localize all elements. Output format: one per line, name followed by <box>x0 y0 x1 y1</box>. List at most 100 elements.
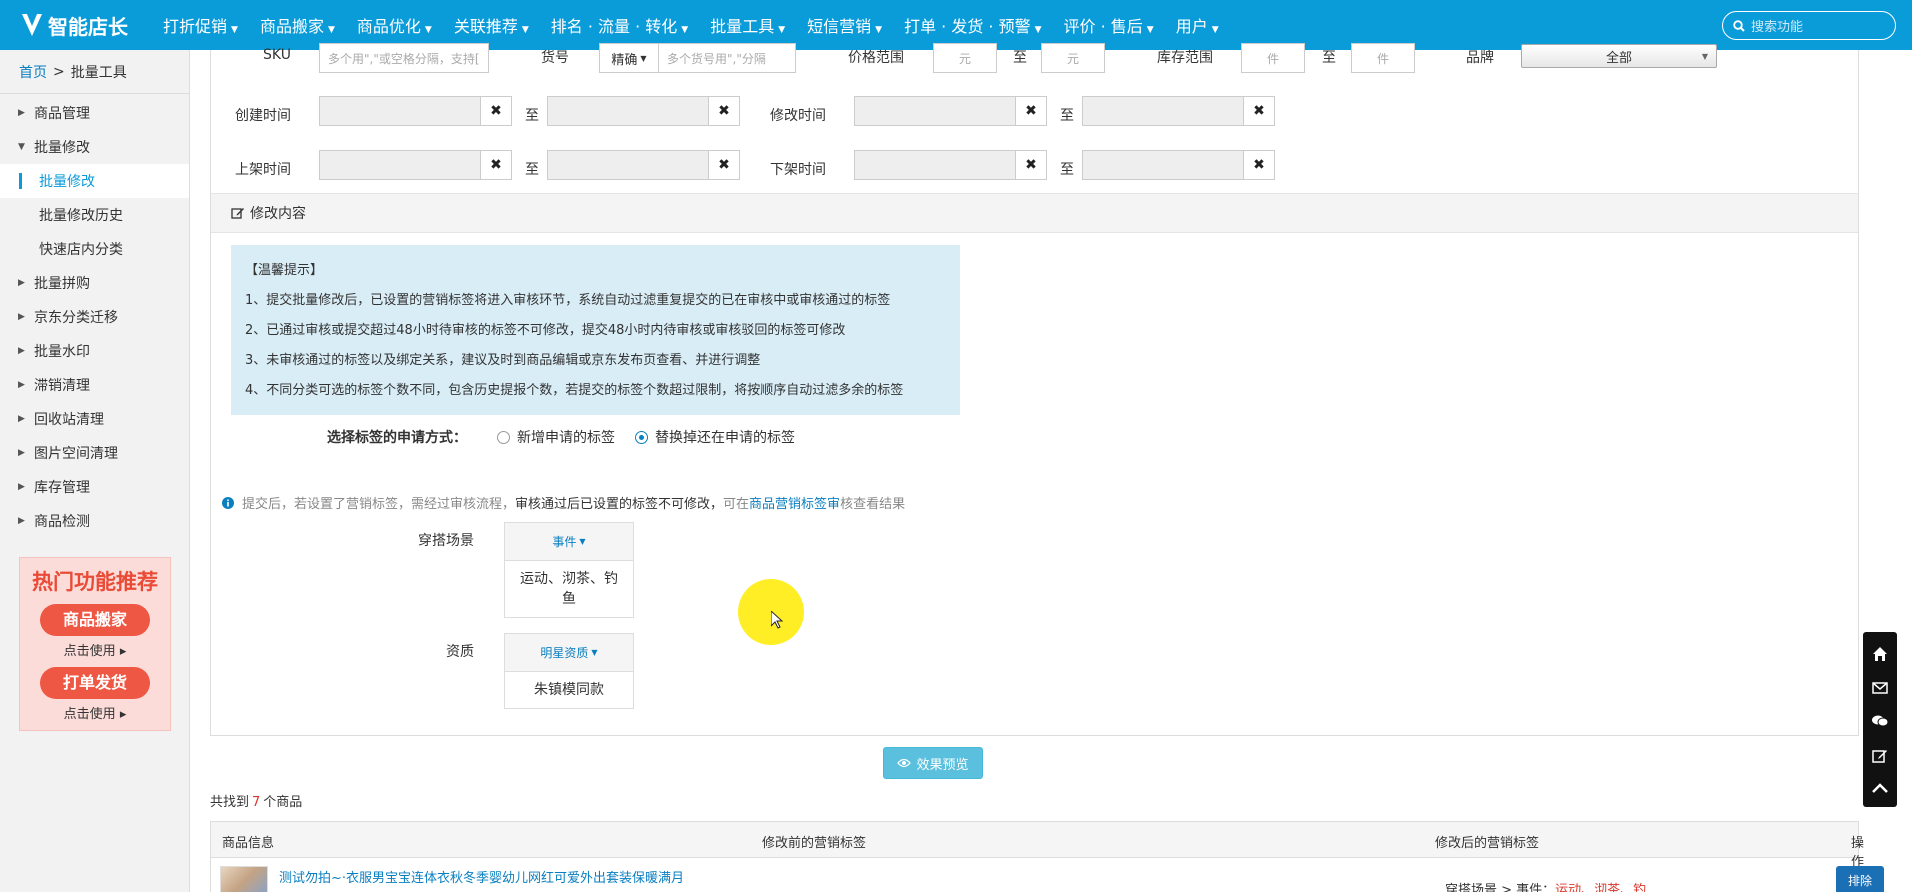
close-icon: ✖ <box>1025 103 1037 119</box>
promo-button-move[interactable]: 商品搬家 <box>40 604 150 636</box>
brand-logo[interactable]: 智能店长 <box>0 11 152 40</box>
clear-down-end-button[interactable]: ✖ <box>1243 150 1275 180</box>
search-input[interactable]: 搜索功能 <box>1722 11 1896 40</box>
close-icon: ✖ <box>1253 103 1265 119</box>
promo-button-shipping[interactable]: 打单发货 <box>40 667 150 699</box>
nav-item-user[interactable]: 用户 ▼ <box>1165 13 1230 37</box>
close-icon: ✖ <box>490 103 502 119</box>
price-max-input[interactable]: 元 <box>1041 43 1105 73</box>
tag-review-link[interactable]: 商品营销标签审 <box>749 493 840 512</box>
radio-new-apply[interactable]: 新增申请的标签 <box>497 427 615 447</box>
stock-min-input[interactable]: 件 <box>1241 43 1305 73</box>
clear-modify-start-button[interactable]: ✖ <box>1015 96 1047 126</box>
product-thumbnail[interactable] <box>220 866 268 892</box>
col-after-tags: 修改后的营销标签 <box>1435 836 1540 851</box>
huohao-input[interactable]: 多个货号用","分隔 <box>658 43 796 73</box>
promo-use-link-1[interactable]: 点击使用 ▸ <box>20 640 170 659</box>
info-line: 提交后，若设置了营销标签，需经过审核流程， 审核通过后已设置的标签不可修改， 可… <box>222 493 905 512</box>
create-start-input[interactable] <box>319 96 481 126</box>
play-circle-icon: ▸ <box>119 707 127 722</box>
sidebar-item-stock[interactable]: ▶ 库存管理 <box>0 470 189 504</box>
nav-item-recommend[interactable]: 关联推荐 ▼ <box>443 13 540 37</box>
product-title-link[interactable]: 测试勿拍~·衣服男宝宝连体衣秋冬季婴幼儿网红可爱外出套装保暖满月 <box>279 867 684 886</box>
down-start-input[interactable] <box>854 150 1016 180</box>
modify-to: 至 <box>1060 108 1074 124</box>
create-to: 至 <box>525 108 539 124</box>
sidebar-subitem-batch-modify[interactable]: 批量修改 <box>0 164 189 198</box>
stock-label: 库存范围 <box>1157 50 1213 66</box>
caret-down-icon: ▼ <box>18 142 25 152</box>
sidebar-item-product-manage[interactable]: ▶ 商品管理 <box>0 96 189 130</box>
sidebar-item-batch-pingou[interactable]: ▶ 批量拼购 <box>0 266 189 300</box>
tag-dropdown-qualify[interactable]: 明星资质 ▼ <box>505 634 633 672</box>
sidebar-item-jd-category[interactable]: ▶ 京东分类迁移 <box>0 300 189 334</box>
breadcrumb-separator: > <box>53 63 65 80</box>
stock-max-input[interactable]: 件 <box>1351 43 1415 73</box>
clear-up-start-button[interactable]: ✖ <box>480 150 512 180</box>
modify-end-input[interactable] <box>1082 96 1244 126</box>
edit-icon[interactable] <box>1872 748 1888 764</box>
tag-value-qualify: 朱镇模同款 <box>534 682 604 698</box>
clear-down-start-button[interactable]: ✖ <box>1015 150 1047 180</box>
apply-mode-label: 选择标签的申请方式： <box>327 430 467 446</box>
sidebar-subitem-modify-history[interactable]: 批量修改历史 <box>0 198 189 232</box>
mail-icon[interactable] <box>1872 681 1888 695</box>
tip-line: 3、未审核通过的标签以及绑定关系，建议及时到商品编辑或京东发布页查看、并进行调整 <box>245 353 761 368</box>
clear-modify-end-button[interactable]: ✖ <box>1243 96 1275 126</box>
breadcrumb-home[interactable]: 首页 <box>19 62 47 82</box>
tag-label-scene: 穿搭场景 <box>418 533 474 549</box>
nav-item-optimize[interactable]: 商品优化 ▼ <box>346 13 443 37</box>
tag-dropdown-scene[interactable]: 事件 ▼ <box>505 523 633 561</box>
tips-box: 【温馨提示】 1、提交批量修改后，已设置的营销标签将进入审核环节，系统自动过滤重… <box>231 245 960 415</box>
apply-mode-row: 选择标签的申请方式： 新增申请的标签 替换掉还在申请的标签 <box>327 427 815 447</box>
create-time-label: 创建时间 <box>235 108 291 124</box>
radio-circle-checked <box>635 430 648 444</box>
preview-button[interactable]: 效果预览 <box>883 747 983 779</box>
caret-right-icon: ▶ <box>18 380 25 390</box>
promo-use-link-2[interactable]: 点击使用 ▸ <box>20 703 170 722</box>
nav-item-batch-tools[interactable]: 批量工具 ▼ <box>699 13 796 37</box>
brand-name: 智能店长 <box>48 14 128 39</box>
clear-create-start-button[interactable]: ✖ <box>480 96 512 126</box>
sidebar-item-batch-modify[interactable]: ▼ 批量修改 <box>0 130 189 164</box>
sidebar-item-product-check[interactable]: ▶ 商品检测 <box>0 504 189 538</box>
filter-panel: SKU 多个用","或空格分隔，支持[ 货号 精确 ▼ 多个货号用","分隔 价格… <box>210 43 1859 736</box>
chevron-down-icon: ▼ <box>875 25 883 35</box>
nav-item-shipping[interactable]: 打单 · 发货 · 预警 ▼ <box>893 13 1052 37</box>
brand-select[interactable]: 全部 ▼ <box>1521 44 1717 68</box>
chevron-up-icon[interactable] <box>1872 783 1888 794</box>
nav-item-move[interactable]: 商品搬家 ▼ <box>249 13 346 37</box>
sidebar-subitem-quick-category[interactable]: 快速店内分类 <box>0 232 189 266</box>
sidebar-item-image-clean[interactable]: ▶ 图片空间清理 <box>0 436 189 470</box>
sidebar-item-watermark[interactable]: ▶ 批量水印 <box>0 334 189 368</box>
clear-up-end-button[interactable]: ✖ <box>708 150 740 180</box>
up-end-input[interactable] <box>547 150 709 180</box>
sidebar: 首页 > 批量工具 ▶ 商品管理 ▼ 批量修改 批量修改 批量修改历史 快速店内分类… <box>0 50 190 892</box>
sidebar-item-recycle-clean[interactable]: ▶ 回收站清理 <box>0 402 189 436</box>
clear-create-end-button[interactable]: ✖ <box>708 96 740 126</box>
radio-replace-apply[interactable]: 替换掉还在申请的标签 <box>635 427 795 447</box>
up-to: 至 <box>525 162 539 178</box>
chat-icon[interactable] <box>1871 714 1889 728</box>
nav-item-sms[interactable]: 短信营销 ▼ <box>796 13 893 37</box>
up-start-input[interactable] <box>319 150 481 180</box>
close-icon: ✖ <box>1253 157 1265 173</box>
sku-input[interactable]: 多个用","或空格分隔，支持[ <box>319 43 489 73</box>
down-end-input[interactable] <box>1082 150 1244 180</box>
exclude-button[interactable]: 排除 <box>1836 866 1884 892</box>
play-circle-icon: ▸ <box>119 644 127 659</box>
chevron-down-icon: ▼ <box>591 648 598 657</box>
search-icon <box>1733 19 1745 32</box>
modify-start-input[interactable] <box>854 96 1016 126</box>
nav-item-promotion[interactable]: 打折促销 ▼ <box>152 13 249 37</box>
nav-item-ranking[interactable]: 排名 · 流量 · 转化 ▼ <box>540 13 699 37</box>
promo-box: 热门功能推荐 商品搬家 点击使用 ▸ 打单发货 点击使用 ▸ <box>19 557 171 731</box>
home-icon[interactable] <box>1872 646 1888 662</box>
nav-item-review[interactable]: 评价 · 售后 ▼ <box>1053 13 1165 37</box>
sidebar-item-unsold-clean[interactable]: ▶ 滞销清理 <box>0 368 189 402</box>
create-end-input[interactable] <box>547 96 709 126</box>
chevron-down-icon: ▼ <box>640 53 647 63</box>
huohao-mode-select[interactable]: 精确 ▼ <box>599 43 659 73</box>
price-min-input[interactable]: 元 <box>933 43 997 73</box>
close-icon: ✖ <box>718 103 730 119</box>
